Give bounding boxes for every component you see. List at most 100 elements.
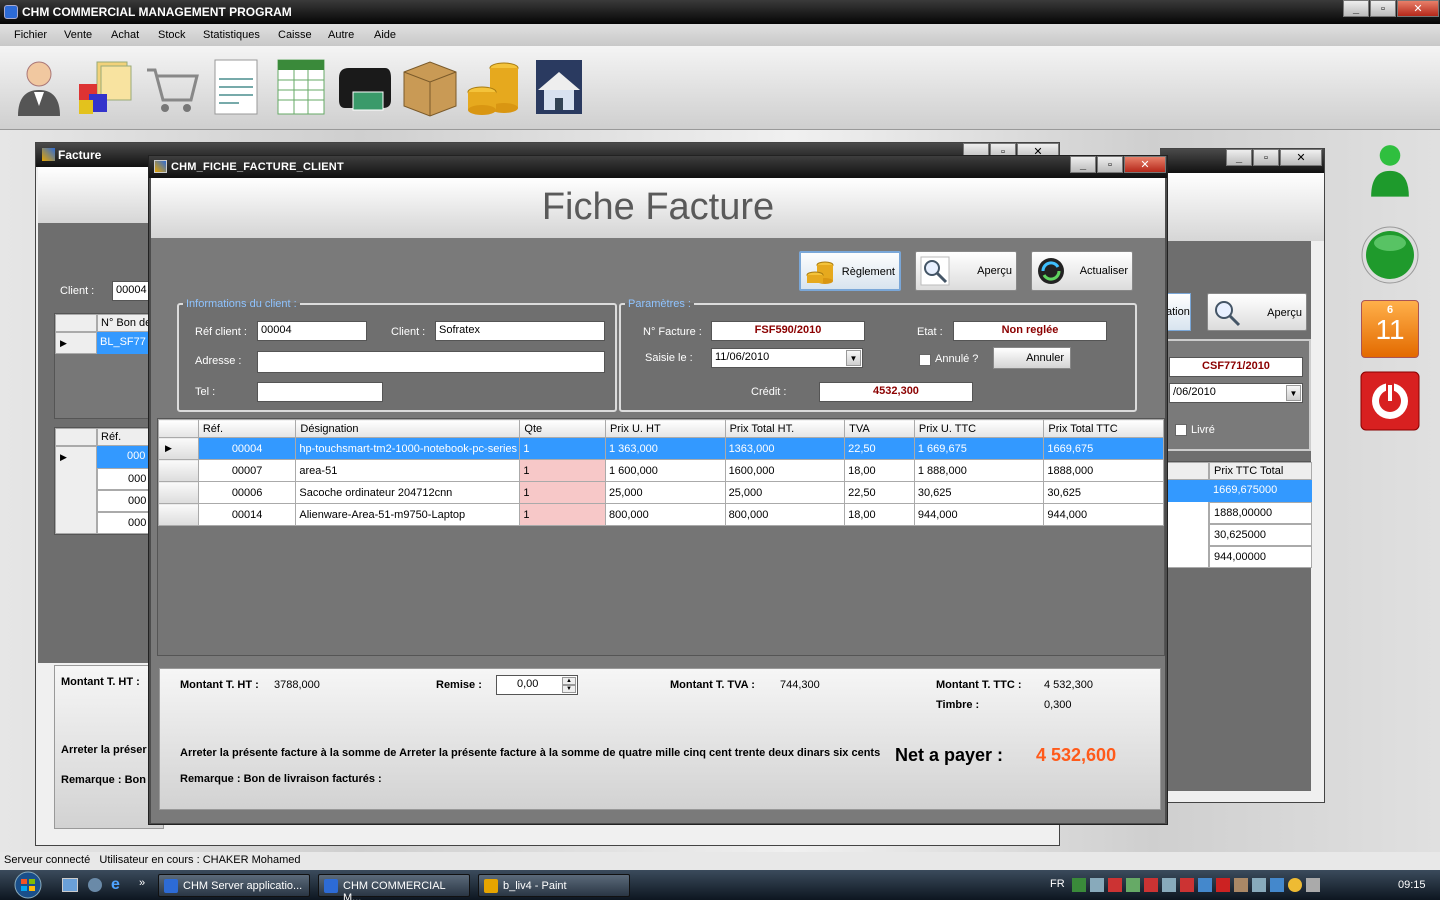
- col-header-ref[interactable]: Réf.: [197, 419, 297, 438]
- quicklaunch-icon[interactable]: [88, 878, 102, 892]
- menu-aide[interactable]: Aide: [374, 29, 396, 41]
- ie-icon[interactable]: e: [111, 876, 120, 894]
- signal-icon[interactable]: [1090, 878, 1104, 892]
- security-icon[interactable]: [1108, 878, 1122, 892]
- facture-number-field[interactable]: FSF590/2010: [711, 321, 865, 341]
- show-desktop-icon[interactable]: [62, 878, 78, 892]
- volume-icon[interactable]: [1306, 878, 1320, 892]
- spin-down-icon[interactable]: ▼: [562, 685, 576, 693]
- right-apercu-button[interactable]: Aperçu: [1207, 293, 1307, 331]
- livre-checkbox[interactable]: [1175, 424, 1187, 436]
- right-row[interactable]: 1888,00000: [1209, 502, 1312, 524]
- saisie-date-field[interactable]: 11/06/2010 ▼: [711, 348, 863, 368]
- minimize-button[interactable]: _: [1070, 156, 1096, 173]
- col-header-prix-total-ht[interactable]: Prix Total HT.: [724, 419, 846, 438]
- start-orb-icon[interactable]: [8, 871, 48, 899]
- tel-field[interactable]: [257, 382, 383, 402]
- coins-icon: [806, 261, 834, 284]
- adresse-field[interactable]: [257, 351, 605, 373]
- maximize-button[interactable]: ▫: [1097, 156, 1123, 173]
- package-icon[interactable]: [400, 56, 458, 118]
- close-button[interactable]: ✕: [1397, 0, 1439, 17]
- col-header-prix-total-ttc[interactable]: Prix Total TTC: [1043, 419, 1164, 438]
- menu-autre[interactable]: Autre: [328, 29, 354, 41]
- col-header-prix-u-ttc[interactable]: Prix U. TTC: [913, 419, 1045, 438]
- document-icon[interactable]: [207, 56, 265, 118]
- dropdown-arrow-icon[interactable]: ▼: [1286, 385, 1301, 401]
- montant-tva-value: 744,300: [780, 679, 820, 691]
- clock[interactable]: 09:15: [1398, 879, 1426, 891]
- task-paint[interactable]: b_liv4 - Paint: [478, 874, 630, 897]
- col-header-qte[interactable]: Qte: [519, 419, 606, 438]
- right-row[interactable]: 1669,675000: [1209, 480, 1312, 502]
- col-header-tva[interactable]: TVA: [844, 419, 915, 438]
- ref-client-field[interactable]: 00004: [257, 321, 367, 341]
- tray-icon[interactable]: [1234, 878, 1248, 892]
- menu-fichier[interactable]: Fichier: [14, 29, 47, 41]
- ref-row[interactable]: 000: [97, 446, 155, 468]
- table-row[interactable]: 00014 Alienware-Area-51-m9750-Laptop 1 8…: [158, 503, 1164, 526]
- remise-stepper[interactable]: 0,00 ▲ ▼: [496, 675, 578, 695]
- power-icon[interactable]: [1360, 371, 1420, 431]
- coins-icon[interactable]: [464, 56, 522, 118]
- menu-vente[interactable]: Vente: [64, 29, 92, 41]
- tray-icon[interactable]: [1144, 878, 1158, 892]
- close-button[interactable]: ✕: [1124, 156, 1166, 173]
- minimize-button[interactable]: _: [1343, 0, 1369, 17]
- tray-icon[interactable]: [1126, 878, 1140, 892]
- menu-caisse[interactable]: Caisse: [278, 29, 312, 41]
- dropdown-arrow-icon[interactable]: ▼: [846, 350, 861, 366]
- client-name-field[interactable]: Sofratex: [435, 321, 605, 341]
- tray-icon[interactable]: [1288, 878, 1302, 892]
- spin-up-icon[interactable]: ▲: [562, 677, 576, 685]
- bon-row[interactable]: BL_SF77: [97, 332, 155, 354]
- network-icon[interactable]: [1072, 878, 1086, 892]
- more-chevron-icon[interactable]: »: [139, 877, 145, 889]
- maximize-button[interactable]: ▫: [1253, 149, 1279, 166]
- tray-icon[interactable]: [1162, 878, 1176, 892]
- spreadsheet-icon[interactable]: [272, 56, 330, 118]
- tray-icon[interactable]: [1180, 878, 1194, 892]
- annuler-button[interactable]: Annuler: [993, 347, 1071, 369]
- col-header-designation[interactable]: Désignation: [295, 419, 521, 438]
- right-ref-field[interactable]: CSF771/2010: [1169, 357, 1303, 377]
- menu-achat[interactable]: Achat: [111, 29, 139, 41]
- reglement-button[interactable]: Règlement: [799, 251, 901, 291]
- ref-row[interactable]: 000: [97, 468, 155, 490]
- col-header-prix-u-ht[interactable]: Prix U. HT: [604, 419, 726, 438]
- task-chm-server[interactable]: CHM Server applicatio...: [158, 874, 310, 897]
- maximize-button[interactable]: ▫: [1370, 0, 1396, 17]
- right-row[interactable]: 944,00000: [1209, 546, 1312, 568]
- calendar-widget[interactable]: 6 11: [1361, 300, 1419, 358]
- table-row[interactable]: ▶ 00004 hp-touchsmart-tm2-1000-notebook-…: [158, 437, 1164, 460]
- status-green-icon[interactable]: [1360, 225, 1420, 285]
- tray-icon[interactable]: [1252, 878, 1266, 892]
- right-row[interactable]: 30,625000: [1209, 524, 1312, 546]
- language-indicator[interactable]: FR: [1050, 878, 1065, 890]
- table-row[interactable]: 00007 area-51 1 1 600,000 1600,000 18,00…: [158, 459, 1164, 482]
- menu-statistiques[interactable]: Statistiques: [203, 29, 260, 41]
- bluetooth-icon[interactable]: [1270, 878, 1284, 892]
- right-date-field[interactable]: /06/2010 ▼: [1169, 383, 1303, 403]
- close-button[interactable]: ✕: [1280, 149, 1322, 166]
- menu-stock[interactable]: Stock: [158, 29, 186, 41]
- ref-row[interactable]: 000: [97, 512, 155, 534]
- actualiser-button[interactable]: Actualiser: [1031, 251, 1133, 291]
- annule-checkbox[interactable]: [919, 354, 931, 366]
- ref-row[interactable]: 000: [97, 490, 155, 512]
- user-icon[interactable]: [10, 56, 68, 118]
- tray-icon[interactable]: [1198, 878, 1212, 892]
- ati-icon[interactable]: [1216, 878, 1230, 892]
- credit-field[interactable]: 4532,300: [819, 382, 973, 402]
- wallet-icon[interactable]: [335, 56, 393, 118]
- home-icon[interactable]: [528, 56, 586, 118]
- client-field[interactable]: 00004: [112, 281, 152, 301]
- task-chm-commercial[interactable]: CHM COMMERCIAL M...: [318, 874, 470, 900]
- apercu-button[interactable]: Aperçu: [915, 251, 1017, 291]
- minimize-button[interactable]: _: [1226, 149, 1252, 166]
- cart-icon[interactable]: [143, 56, 201, 118]
- boxes-icon[interactable]: [75, 56, 133, 118]
- table-row[interactable]: 00006 Sacoche ordinateur 204712cnn 1 25,…: [158, 481, 1164, 504]
- user-online-icon[interactable]: [1360, 140, 1420, 200]
- etat-field[interactable]: Non reglée: [953, 321, 1107, 341]
